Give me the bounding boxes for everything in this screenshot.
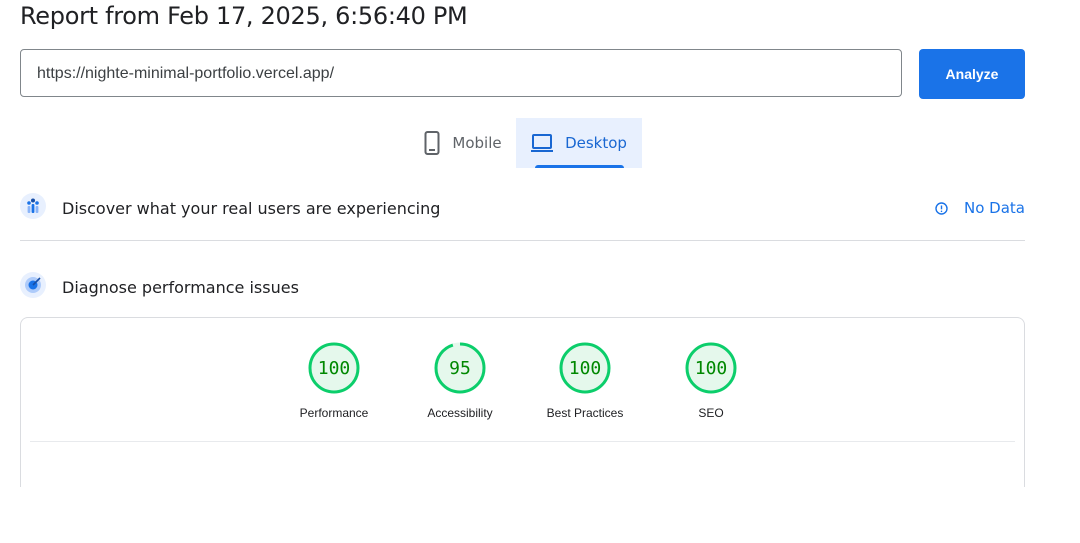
gauge-score: 100 (569, 358, 602, 379)
card-divider (30, 441, 1015, 442)
tab-desktop[interactable]: Desktop (516, 118, 642, 168)
info-icon (935, 201, 948, 215)
smartphone-icon (424, 131, 440, 155)
gauge-ring: 95 (434, 342, 486, 394)
tab-mobile[interactable]: Mobile (410, 118, 516, 168)
url-input[interactable]: https://nighte-minimal-portfolio.vercel.… (20, 49, 902, 97)
url-input-value: https://nighte-minimal-portfolio.vercel.… (37, 65, 335, 82)
gauge-best-practices[interactable]: 100 Best Practices (530, 342, 640, 420)
gauge-seo[interactable]: 100 SEO (656, 342, 766, 420)
gauge-label: Accessibility (427, 406, 493, 420)
gauge-label: Best Practices (546, 406, 624, 420)
diagnose-section-title: Diagnose performance issues (62, 277, 299, 297)
gauge-ring: 100 (559, 342, 611, 394)
diagnose-section-header: Diagnose performance issues (20, 271, 1025, 303)
analyze-button[interactable]: Analyze (919, 49, 1025, 99)
tab-mobile-label: Mobile (452, 134, 502, 152)
crux-section-title: Discover what your real users are experi… (62, 198, 441, 218)
gauge-score: 100 (695, 358, 728, 379)
gauge-ring: 100 (685, 342, 737, 394)
gauge-performance[interactable]: 100 Performance (279, 342, 389, 420)
lighthouse-icon (20, 271, 46, 303)
laptop-icon (531, 134, 554, 152)
gauge-accessibility[interactable]: 95 Accessibility (405, 342, 515, 420)
scores-card: 100 Performance 95 Accessibility 100 Bes… (20, 317, 1025, 487)
gauge-label: SEO (698, 406, 724, 420)
tab-active-indicator (535, 165, 624, 168)
gauge-ring: 100 (308, 342, 360, 394)
users-icon (20, 192, 46, 224)
section-divider (20, 240, 1025, 241)
no-data-label: No Data (964, 199, 1025, 217)
tab-desktop-label: Desktop (565, 134, 627, 152)
gauge-score: 95 (449, 358, 471, 379)
gauge-score: 100 (318, 358, 351, 379)
report-title: Report from Feb 17, 2025, 6:56:40 PM (20, 2, 468, 30)
no-data-link[interactable]: No Data (935, 199, 1025, 217)
gauge-label: Performance (299, 406, 369, 420)
crux-section-header: Discover what your real users are experi… (20, 192, 1025, 224)
